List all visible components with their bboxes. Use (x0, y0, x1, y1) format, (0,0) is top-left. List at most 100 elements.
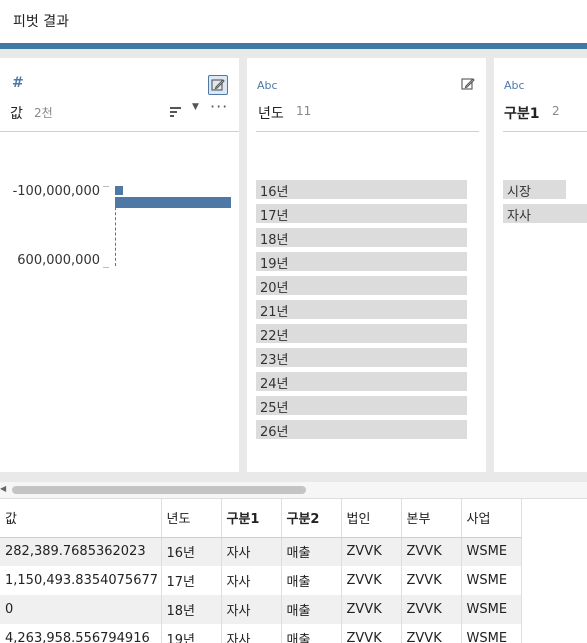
title-bar: 피벗 결과 (0, 0, 587, 43)
value-label: 22년 (260, 329, 289, 344)
value-bar[interactable]: 16년 (256, 180, 467, 200)
scrollbar-thumb[interactable] (12, 486, 306, 494)
value-label: 21년 (260, 305, 289, 320)
edit-icon (461, 78, 475, 90)
profile-pane: # 값 2천 ▼ ··· -100,000,000 600,000,000 Ab… (0, 49, 587, 482)
card-divider (0, 131, 239, 132)
scroll-left-icon[interactable]: ◀ (0, 484, 6, 493)
histogram-bar[interactable] (115, 186, 123, 195)
grid-header-row: 값 년도 구분1 구분2 법인 본부 사업 (0, 499, 522, 538)
value-bar[interactable]: 18년 (256, 228, 467, 248)
value-bar[interactable]: 23년 (256, 348, 467, 368)
sort-icon[interactable] (170, 103, 182, 122)
value-label: 24년 (260, 377, 289, 392)
axis-tick (103, 186, 109, 187)
edit-values-button[interactable] (208, 75, 228, 95)
table-row[interactable]: 1,150,493.8354075677 17년 자사 매출 ZVVK ZVVK… (0, 566, 522, 595)
table-cell[interactable]: 자사 (221, 537, 282, 566)
value-bar[interactable]: 26년 (256, 420, 467, 440)
table-cell[interactable]: 17년 (161, 566, 222, 595)
number-type-icon: # (12, 75, 24, 91)
table-cell[interactable]: ZVVK (341, 624, 402, 643)
table-cell[interactable]: WSME (461, 624, 522, 643)
field-name[interactable]: 값 (10, 103, 23, 123)
field-name[interactable]: 년도 (258, 103, 284, 123)
column-header-year[interactable]: 년도 (161, 499, 222, 538)
value-bar[interactable]: 25년 (256, 396, 467, 416)
field-card-category1[interactable]: Abc 구분1 2 시장 자사 (494, 58, 587, 472)
table-cell[interactable]: ZVVK (341, 595, 402, 624)
value-label: 25년 (260, 401, 289, 416)
value-label: 23년 (260, 353, 289, 368)
more-options-icon[interactable]: ··· (210, 97, 228, 116)
table-cell[interactable]: 1,150,493.8354075677 (0, 566, 162, 595)
table-cell[interactable]: ZVVK (341, 566, 402, 595)
table-row[interactable]: 0 18년 자사 매출 ZVVK ZVVK WSME (0, 595, 522, 624)
value-bar[interactable]: 24년 (256, 372, 467, 392)
axis-label-max: 600,000,000 (17, 253, 100, 268)
table-cell[interactable]: 282,389.7685362023 (0, 537, 162, 566)
card-divider (256, 131, 479, 132)
table-cell[interactable]: ZVVK (401, 595, 462, 624)
axis-tick (103, 267, 109, 268)
table-cell[interactable]: WSME (461, 537, 522, 566)
table-cell[interactable]: 19년 (161, 624, 222, 643)
column-header-value[interactable]: 값 (0, 499, 162, 538)
table-cell[interactable]: ZVVK (341, 537, 402, 566)
value-label: 19년 (260, 257, 289, 272)
table-cell[interactable]: ZVVK (401, 537, 462, 566)
edit-values-button[interactable] (459, 75, 479, 95)
value-label: 26년 (260, 425, 289, 440)
value-label: 자사 (507, 209, 531, 224)
distinct-count: 2천 (34, 106, 53, 120)
window-title: 피벗 결과 (13, 14, 69, 30)
table-cell[interactable]: 매출 (281, 624, 342, 643)
column-header-category2[interactable]: 구분2 (281, 499, 342, 538)
column-header-entity[interactable]: 법인 (341, 499, 402, 538)
table-cell[interactable]: 자사 (221, 595, 282, 624)
table-cell[interactable]: 매출 (281, 595, 342, 624)
value-bar[interactable]: 자사 (503, 204, 587, 224)
value-bar[interactable]: 22년 (256, 324, 467, 344)
table-cell[interactable]: 자사 (221, 624, 282, 643)
data-grid: 값 년도 구분1 구분2 법인 본부 사업 282,389.7685362023… (0, 499, 587, 643)
value-bar[interactable]: 20년 (256, 276, 467, 296)
table-row[interactable]: 282,389.7685362023 16년 자사 매출 ZVVK ZVVK W… (0, 537, 522, 566)
horizontal-scrollbar[interactable]: ◀ (0, 482, 587, 499)
table-cell[interactable]: 18년 (161, 595, 222, 624)
column-header-category1[interactable]: 구분1 (221, 499, 282, 538)
chevron-down-icon[interactable]: ▼ (192, 102, 199, 112)
table-cell[interactable]: WSME (461, 566, 522, 595)
value-bar[interactable]: 19년 (256, 252, 467, 272)
value-label: 시장 (507, 185, 531, 200)
axis-label-min: -100,000,000 (12, 184, 100, 199)
string-type-icon: Abc (257, 79, 278, 92)
value-bar[interactable]: 21년 (256, 300, 467, 320)
value-label: 16년 (260, 185, 289, 200)
table-cell[interactable]: 0 (0, 595, 162, 624)
table-cell[interactable]: WSME (461, 595, 522, 624)
value-label: 20년 (260, 281, 289, 296)
table-row[interactable]: 4,263,958.556794916 19년 자사 매출 ZVVK ZVVK … (0, 624, 522, 643)
table-cell[interactable]: 자사 (221, 566, 282, 595)
table-cell[interactable]: 매출 (281, 537, 342, 566)
field-card-value[interactable]: # 값 2천 ▼ ··· -100,000,000 600,000,000 (0, 58, 239, 472)
value-label: 17년 (260, 209, 289, 224)
column-header-division[interactable]: 본부 (401, 499, 462, 538)
distinct-count: 2 (552, 104, 560, 118)
edit-icon (211, 79, 225, 91)
field-name[interactable]: 구분1 (504, 103, 540, 123)
table-cell[interactable]: ZVVK (401, 624, 462, 643)
field-card-year[interactable]: Abc 년도 11 16년 17년 18년 19년 20년 21년 22년 23… (247, 58, 486, 472)
table-cell[interactable]: ZVVK (401, 566, 462, 595)
table-cell[interactable]: 매출 (281, 566, 342, 595)
table-cell[interactable]: 4,263,958.556794916 (0, 624, 162, 643)
value-bar[interactable]: 17년 (256, 204, 467, 224)
value-label: 18년 (260, 233, 289, 248)
column-header-business[interactable]: 사업 (461, 499, 522, 538)
histogram-bar[interactable] (115, 197, 231, 208)
value-bar[interactable]: 시장 (503, 180, 566, 200)
table-cell[interactable]: 16년 (161, 537, 222, 566)
string-type-icon: Abc (504, 79, 525, 92)
card-divider (503, 131, 587, 132)
